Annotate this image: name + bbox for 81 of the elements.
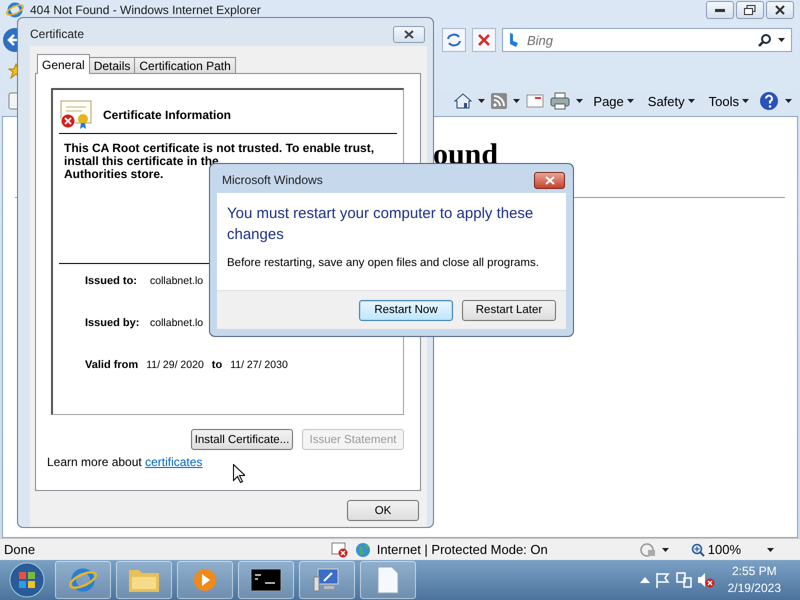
restore-icon <box>744 5 756 15</box>
feed-icon[interactable] <box>491 93 508 109</box>
field-value: 11/ 27/ 2030 <box>230 359 288 371</box>
field-label: Issued by: <box>85 317 140 329</box>
dialog-button[interactable]: Restart Now <box>359 300 453 320</box>
minimize-icon <box>715 8 725 12</box>
close-icon <box>544 176 554 185</box>
folder-icon <box>128 567 160 593</box>
dialog-title: Microsoft Windows <box>222 173 323 187</box>
print-icon[interactable] <box>550 92 570 110</box>
field-label: Valid from <box>85 359 138 371</box>
caret-icon <box>785 99 792 103</box>
command-menu[interactable]: Safety <box>644 94 699 108</box>
taskbar-button[interactable] <box>238 561 294 599</box>
clock[interactable]: 2:55 PM 2/19/2023 <box>728 563 781 597</box>
search-icon <box>758 33 772 47</box>
globe-icon <box>354 542 371 558</box>
caret-icon <box>662 548 669 552</box>
security-zone: Internet | Protected Mode: On <box>376 542 548 557</box>
help-icon[interactable] <box>759 91 779 111</box>
zoom-button[interactable]: 100% <box>686 542 745 557</box>
caret-icon <box>742 99 749 103</box>
field-value: collabnet.lo <box>150 275 204 287</box>
caret-icon <box>576 99 584 103</box>
star-icon <box>8 63 17 79</box>
zoom-icon <box>690 542 705 556</box>
stop-button[interactable] <box>472 28 496 52</box>
blocked-page-icon <box>330 542 349 558</box>
tab[interactable]: Details <box>88 57 136 74</box>
lock-icon <box>640 542 656 558</box>
caret-icon <box>767 548 774 552</box>
search-box[interactable]: Bing <box>502 28 792 52</box>
refresh-icon <box>446 33 462 47</box>
certificates-link[interactable]: certificates <box>145 455 202 469</box>
learn-more-text: Learn more about certificates <box>47 455 204 469</box>
caret-icon <box>513 99 520 103</box>
refresh-button[interactable] <box>442 28 466 52</box>
ok-button[interactable]: OK <box>347 500 419 521</box>
dialog-button[interactable]: Restart Later <box>462 300 556 320</box>
command-menu[interactable]: Tools <box>704 94 753 108</box>
search-logo-icon <box>509 33 519 47</box>
field-label: Issued to: <box>85 275 138 287</box>
caret-icon <box>478 99 486 103</box>
tab[interactable]: General <box>37 54 90 74</box>
clock-date: 2/19/2023 <box>728 580 781 597</box>
restore-button[interactable] <box>736 1 764 19</box>
minimize-button[interactable] <box>706 1 734 19</box>
window-title: 404 Not Found - Windows Internet Explorer <box>30 3 262 17</box>
close-icon <box>404 30 414 39</box>
field-value: collabnet.lo <box>150 317 204 329</box>
cursor-icon <box>233 464 245 484</box>
network-icon[interactable] <box>676 572 692 588</box>
close-button[interactable] <box>393 26 425 43</box>
field-label: to <box>212 359 222 371</box>
close-button[interactable] <box>534 172 565 189</box>
console-icon <box>251 569 281 591</box>
dialog-title: Certificate <box>30 27 84 41</box>
certificate-error-icon <box>59 100 93 130</box>
field-value: 11/ 29/ 2020 <box>146 359 204 371</box>
section-title: Certificate Information <box>103 108 232 122</box>
browser-logo-icon <box>6 1 24 19</box>
status-text: Done <box>4 542 36 557</box>
caret-icon <box>778 38 785 42</box>
browser-logo-icon <box>69 566 97 594</box>
caret-icon <box>688 99 695 103</box>
dialog-button[interactable]: Install Certificate... <box>191 429 293 450</box>
play-icon <box>193 568 217 592</box>
flag-icon[interactable] <box>654 572 671 588</box>
close-icon <box>775 5 785 15</box>
mail-icon[interactable] <box>526 94 544 108</box>
caret-icon <box>626 99 634 103</box>
tab[interactable]: Certification Path <box>134 57 236 74</box>
stop-icon <box>478 34 490 46</box>
document-icon <box>377 566 399 594</box>
search-field[interactable]: Bing <box>525 32 752 48</box>
clock-time: 2:55 PM <box>732 563 777 580</box>
close-button[interactable] <box>766 1 794 19</box>
tray-arrow-icon[interactable] <box>640 577 650 583</box>
command-menu[interactable]: Page <box>589 94 638 108</box>
home-icon[interactable] <box>454 92 472 110</box>
muted-speaker-icon[interactable] <box>696 572 715 588</box>
